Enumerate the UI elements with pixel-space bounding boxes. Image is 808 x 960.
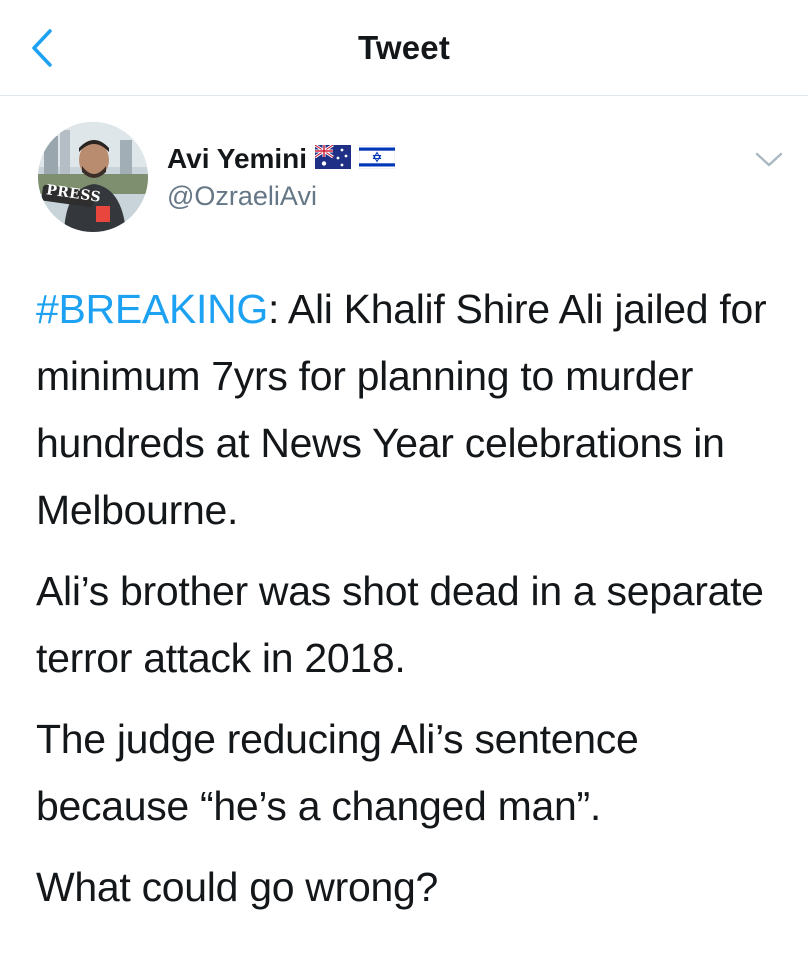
author-name[interactable]: Avi Yemini <box>167 143 307 175</box>
page-title: Tweet <box>357 29 451 66</box>
avatar[interactable]: PRESS <box>38 122 148 232</box>
hashtag-link[interactable]: #BREAKING <box>36 286 268 332</box>
tweet-paragraph-4: What could go wrong? <box>36 864 438 910</box>
israel-flag-icon <box>358 144 396 174</box>
author-handle[interactable]: @OzraeliAvi <box>167 181 395 212</box>
tweet-text: #BREAKING: Ali Khalif Shire Ali jailed f… <box>36 276 786 935</box>
more-options-button[interactable] <box>752 146 786 172</box>
chevron-down-icon <box>755 152 783 167</box>
tweet-paragraph-1: #BREAKING: Ali Khalif Shire Ali jailed f… <box>36 276 786 544</box>
nav-bar: Tweet <box>0 0 808 96</box>
australia-flag-icon <box>314 143 352 174</box>
tweet-paragraph-2: Ali’s brother was shot dead in a separat… <box>36 568 764 681</box>
tweet-paragraph-3: The judge reducing Ali’s sentence becaus… <box>36 716 639 829</box>
author-block: Avi Yemini @OzraeliAvi <box>167 143 396 212</box>
